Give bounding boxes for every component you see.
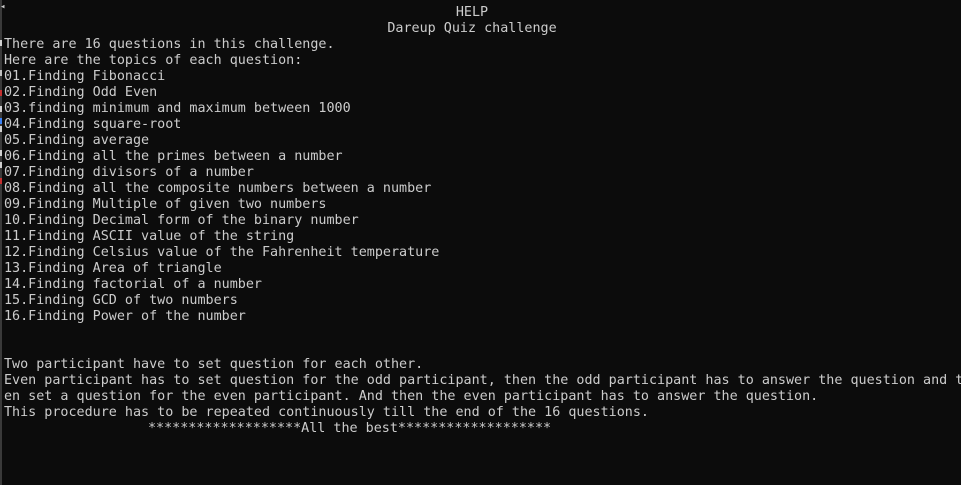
edge-mark	[0, 90, 2, 96]
topic-line: 08.Finding all the composite numbers bet…	[4, 181, 432, 196]
topic-line: 13.Finding Area of triangle	[4, 261, 222, 276]
topic-line: 12.Finding Celsius value of the Fahrenhe…	[4, 245, 440, 260]
edge-mark	[0, 118, 2, 124]
topic-line: 11.Finding ASCII value of the string	[4, 229, 295, 244]
intro-topics: Here are the topics of each question:	[4, 53, 303, 68]
topic-line: 04.Finding square-root	[4, 117, 182, 132]
intro-count: There are 16 questions in this challenge…	[4, 37, 335, 52]
edge-mark	[0, 106, 2, 112]
topic-line: 09.Finding Multiple of given two numbers	[4, 197, 327, 212]
topic-line: 14.Finding factorial of a number	[4, 277, 262, 292]
help-title: HELP	[455, 5, 489, 20]
topic-line: 02.Finding Odd Even	[4, 85, 158, 100]
edge-mark	[0, 150, 2, 156]
topic-line: 15.Finding GCD of two numbers	[4, 293, 238, 308]
rule-line: Even participant has to set question for…	[4, 373, 961, 388]
rule-line: This procedure has to be repeated contin…	[4, 405, 649, 420]
rule-line: Two participant have to set question for…	[4, 357, 424, 372]
edge-mark	[0, 40, 2, 46]
edge-mark	[0, 126, 2, 132]
edge-mark	[0, 70, 2, 76]
rule-line: en set a question for the even participa…	[4, 389, 819, 404]
topic-line: 07.Finding divisors of a number	[4, 165, 254, 180]
topic-line: 06.Finding all the primes between a numb…	[4, 149, 343, 164]
console-window: ◂ HELP Dareup Quiz challenge There are 1…	[0, 0, 961, 485]
edge-mark	[0, 162, 2, 168]
topic-line: 01.Finding Fibonacci	[4, 69, 166, 84]
edge-mark	[0, 178, 2, 184]
topic-line: 05.Finding average	[4, 133, 150, 148]
topic-line: 16.Finding Power of the number	[4, 309, 246, 324]
quiz-subtitle: Dareup Quiz challenge	[387, 21, 557, 36]
closing-banner: *******************All the best*********…	[148, 421, 552, 436]
topic-line: 03.finding minimum and maximum between 1…	[4, 101, 351, 116]
topic-line: 10.Finding Decimal form of the binary nu…	[4, 213, 359, 228]
